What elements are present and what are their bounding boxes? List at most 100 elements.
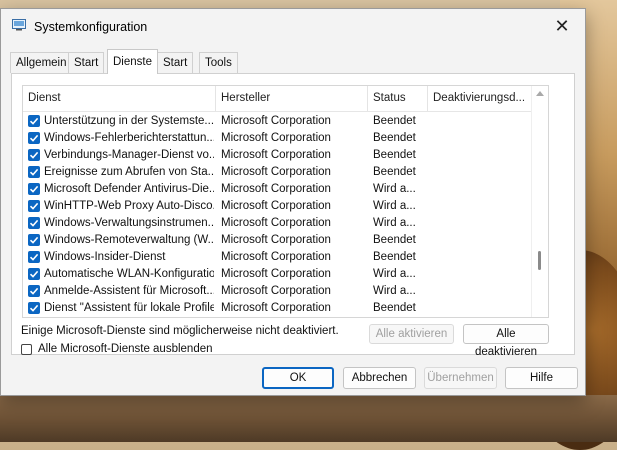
service-checkbox[interactable] bbox=[28, 302, 40, 314]
checkmark-icon bbox=[29, 202, 39, 210]
service-status: Beendet bbox=[373, 132, 416, 144]
service-deactivation-date bbox=[433, 283, 528, 300]
disable-all-button[interactable]: Alle deaktivieren bbox=[463, 324, 549, 358]
service-checkbox[interactable] bbox=[28, 183, 40, 195]
table-row[interactable]: Dienst "Assistent für lokale Profile" Mic… bbox=[23, 300, 531, 317]
table-row[interactable]: Windows-Insider-Dienst Microsoft Corporat… bbox=[23, 249, 531, 266]
table-row[interactable]: WinHTTP-Web Proxy Auto-Disco... Microsoft… bbox=[23, 198, 531, 215]
service-deactivation-date bbox=[433, 164, 528, 181]
tab-allgemein[interactable]: Allgemein bbox=[10, 52, 73, 73]
table-row[interactable]: Verbindungs-Manager-Dienst vo... Microsof… bbox=[23, 147, 531, 164]
service-deactivation-date bbox=[433, 266, 528, 283]
help-button[interactable]: Hilfe bbox=[505, 367, 578, 389]
checkmark-icon bbox=[29, 117, 39, 125]
enable-all-button[interactable]: Alle aktivieren bbox=[369, 324, 454, 344]
scroll-thumb[interactable] bbox=[538, 251, 541, 270]
tab-start-1[interactable]: Start bbox=[68, 52, 105, 73]
service-status: Beendet bbox=[373, 302, 416, 314]
service-status: Beendet bbox=[373, 149, 416, 161]
hide-ms-services-checkbox[interactable] bbox=[21, 344, 32, 355]
ok-button[interactable]: OK bbox=[262, 367, 334, 389]
service-vendor: Microsoft Corporation bbox=[221, 251, 331, 263]
column-header-hersteller[interactable]: Hersteller bbox=[216, 86, 368, 111]
service-name: Unterstützung in der Systemste... bbox=[44, 115, 214, 127]
services-tab-panel: Dienst Hersteller Status Deaktivierungsd… bbox=[11, 73, 575, 358]
scroll-up-arrow-icon[interactable] bbox=[536, 91, 544, 96]
service-checkbox[interactable] bbox=[28, 251, 40, 263]
table-row[interactable]: Windows-Remoteverwaltung (W... Microsoft … bbox=[23, 232, 531, 249]
service-checkbox[interactable] bbox=[28, 217, 40, 229]
service-name: Microsoft Defender Antivirus-Die... bbox=[44, 183, 214, 195]
checkmark-icon bbox=[29, 253, 39, 261]
service-checkbox[interactable] bbox=[28, 132, 40, 144]
service-name: Ereignisse zum Abrufen von Sta... bbox=[44, 166, 214, 178]
tab-start-2[interactable]: Start bbox=[157, 52, 194, 73]
service-status: Beendet bbox=[373, 166, 416, 178]
service-status: Beendet bbox=[373, 251, 416, 263]
service-checkbox[interactable] bbox=[28, 149, 40, 161]
service-checkbox[interactable] bbox=[28, 115, 40, 127]
checkmark-icon bbox=[29, 270, 39, 278]
service-vendor: Microsoft Corporation bbox=[221, 200, 331, 212]
table-row[interactable]: Anmelde-Assistent für Microsoft... Micros… bbox=[23, 283, 531, 300]
table-row[interactable]: Windows-Fehlerberichterstattun... Microso… bbox=[23, 130, 531, 147]
table-row[interactable]: Ereignisse zum Abrufen von Sta... Microso… bbox=[23, 164, 531, 181]
close-button[interactable]: ✕ bbox=[539, 9, 585, 43]
table-row[interactable]: Microsoft Defender Antivirus-Die... Micro… bbox=[23, 181, 531, 198]
list-header: Dienst Hersteller Status Deaktivierungsd… bbox=[23, 86, 531, 112]
table-row[interactable]: Windows-Verwaltungsinstrumen... Microsoft… bbox=[23, 215, 531, 232]
service-deactivation-date bbox=[433, 198, 528, 215]
column-header-status[interactable]: Status bbox=[368, 86, 428, 111]
service-checkbox[interactable] bbox=[28, 234, 40, 246]
vertical-scrollbar[interactable] bbox=[531, 86, 548, 317]
service-status: Beendet bbox=[373, 234, 416, 246]
service-name: Dienst "Assistent für lokale Profile" bbox=[44, 302, 214, 314]
service-status: Beendet bbox=[373, 115, 416, 127]
service-deactivation-date bbox=[433, 113, 528, 130]
checkmark-icon bbox=[29, 151, 39, 159]
cancel-button[interactable]: Abbrechen bbox=[343, 367, 416, 389]
service-deactivation-date bbox=[433, 181, 528, 198]
service-name: Windows-Insider-Dienst bbox=[44, 251, 166, 263]
close-icon: ✕ bbox=[554, 15, 570, 36]
checkmark-icon bbox=[29, 168, 39, 176]
tab-dienste[interactable]: Dienste bbox=[107, 49, 158, 74]
hide-ms-services-label: Alle Microsoft-Dienste ausblenden bbox=[38, 343, 213, 355]
service-checkbox[interactable] bbox=[28, 268, 40, 280]
system-configuration-dialog: Systemkonfiguration ✕ Allgemein Start Di… bbox=[0, 8, 586, 396]
service-vendor: Microsoft Corporation bbox=[221, 217, 331, 229]
table-row[interactable]: Unterstützung in der Systemste... Microso… bbox=[23, 113, 531, 130]
service-deactivation-date bbox=[433, 147, 528, 164]
service-name: Automatische WLAN-Konfiguration bbox=[44, 268, 214, 280]
services-list[interactable]: Dienst Hersteller Status Deaktivierungsd… bbox=[22, 85, 549, 318]
service-status: Wird a... bbox=[373, 217, 416, 229]
title-bar[interactable]: Systemkonfiguration ✕ bbox=[1, 9, 585, 43]
service-vendor: Microsoft Corporation bbox=[221, 234, 331, 246]
apply-button[interactable]: Übernehmen bbox=[424, 367, 497, 389]
checkmark-icon bbox=[29, 185, 39, 193]
service-name: Verbindungs-Manager-Dienst vo... bbox=[44, 149, 214, 161]
wallpaper-log bbox=[0, 395, 617, 442]
service-checkbox[interactable] bbox=[28, 285, 40, 297]
service-status: Wird a... bbox=[373, 268, 416, 280]
msconfig-app-icon bbox=[12, 19, 26, 31]
ms-services-note: Einige Microsoft-Dienste sind möglicherw… bbox=[21, 325, 339, 337]
service-checkbox[interactable] bbox=[28, 200, 40, 212]
column-header-deaktivierungsdatum[interactable]: Deaktivierungsd... bbox=[428, 86, 531, 111]
service-name: WinHTTP-Web Proxy Auto-Disco... bbox=[44, 200, 214, 212]
service-vendor: Microsoft Corporation bbox=[221, 166, 331, 178]
checkmark-icon bbox=[29, 236, 39, 244]
service-deactivation-date bbox=[433, 215, 528, 232]
service-checkbox[interactable] bbox=[28, 166, 40, 178]
service-status: Wird a... bbox=[373, 200, 416, 212]
table-row[interactable]: Automatische WLAN-Konfiguration Microsoft… bbox=[23, 266, 531, 283]
service-deactivation-date bbox=[433, 232, 528, 249]
service-deactivation-date bbox=[433, 249, 528, 266]
service-vendor: Microsoft Corporation bbox=[221, 115, 331, 127]
service-vendor: Microsoft Corporation bbox=[221, 302, 331, 314]
tab-tools[interactable]: Tools bbox=[199, 52, 238, 73]
service-deactivation-date bbox=[433, 300, 528, 317]
column-header-dienst[interactable]: Dienst bbox=[23, 86, 216, 111]
window-title: Systemkonfiguration bbox=[34, 20, 148, 34]
service-vendor: Microsoft Corporation bbox=[221, 268, 331, 280]
